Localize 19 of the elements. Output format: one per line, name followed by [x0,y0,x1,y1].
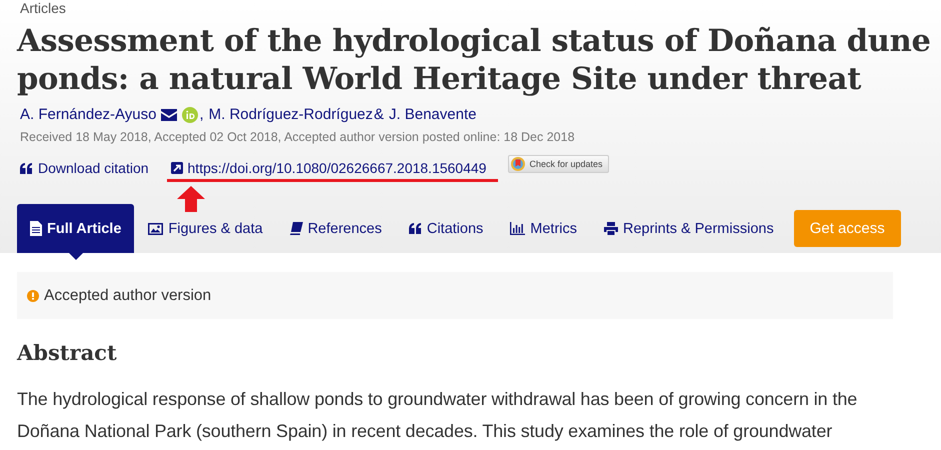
abstract-heading: Abstract [17,339,118,367]
check-for-updates-button[interactable]: Check for updates [508,155,608,173]
article-tab[interactable]: Reprints & Permissions [591,204,787,253]
article-tab[interactable]: Metrics [497,204,590,253]
article-tab[interactable]: References [276,204,395,253]
author-separator: & [374,106,384,124]
author-separator: , [199,106,204,124]
author-link[interactable]: M. Rodríguez-Rodríguez [208,106,373,124]
doi-link[interactable]: https://doi.org/10.1080/02626667.2018.1560449 [170,160,486,176]
author-link[interactable]: A. Fernández-Ayuso [20,106,156,124]
notice-text: Accepted author version [44,286,212,304]
author-link[interactable]: J. Benavente [388,106,476,124]
article-title: Assessment of the hydrological status of Doñana dune ponds: a natural World Heritage Site under threat [17,22,932,98]
article-tab[interactable]: Figures & data [135,204,276,253]
abstract-text: The hydrological response of shallow ponds to groundwater withdrawal has been of growing concern in the Doñana National Park (southern Spain) in recent decades. This study examines the role of groundwater [17,388,858,443]
breadcrumb[interactable]: Articles [17,0,941,17]
publication-history: Received 18 May 2018, Accepted 02 Oct 2018, Accepted author version posted online: 18 Dec 2018 [19,130,576,144]
article-tab[interactable]: Citations [396,204,496,253]
download-citation-link[interactable]: Download citation [20,160,149,176]
